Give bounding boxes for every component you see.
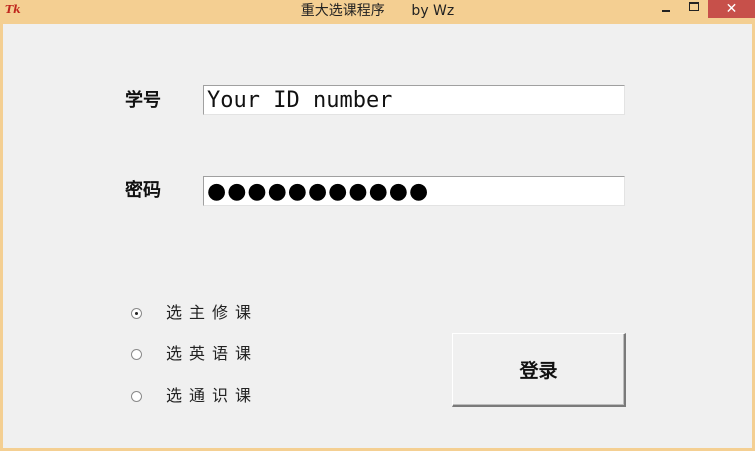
login-button-label: 登录: [519, 360, 558, 382]
close-button[interactable]: ✕: [708, 0, 755, 18]
radio-button-english[interactable]: [131, 348, 142, 360]
password-input[interactable]: ●●●●●●●●●●●: [203, 176, 625, 206]
student-id-input[interactable]: Your ID number: [203, 85, 625, 115]
minimize-icon: [662, 10, 670, 12]
close-icon: ✕: [725, 1, 738, 17]
student-id-label: 学号: [125, 90, 161, 111]
password-label: 密码: [125, 180, 161, 201]
radio-option-major[interactable]: 选主修课: [131, 303, 258, 323]
login-button[interactable]: 登录: [452, 333, 626, 407]
minimize-button[interactable]: [652, 0, 680, 18]
password-mask: ●●●●●●●●●●●: [207, 179, 430, 204]
maximize-icon: [689, 1, 699, 11]
radio-button-general[interactable]: [131, 390, 142, 402]
radio-label-major: 选主修课: [166, 303, 259, 322]
radio-label-general: 选通识课: [166, 386, 259, 405]
title-bar[interactable]: Tk 重大选课程序 by Wz ✕: [0, 0, 755, 24]
radio-option-english[interactable]: 选英语课: [131, 344, 258, 364]
maximize-button[interactable]: [681, 0, 707, 18]
window-title: 重大选课程序 by Wz: [300, 3, 455, 19]
main-panel: 学号 Your ID number 密码 ●●●●●●●●●●● 选主修课 选英…: [3, 24, 752, 448]
radio-button-major[interactable]: [131, 307, 142, 319]
radio-label-english: 选英语课: [166, 344, 259, 363]
radio-option-general[interactable]: 选通识课: [131, 386, 258, 406]
student-id-value: Your ID number: [207, 88, 393, 113]
app-window: Tk 重大选课程序 by Wz ✕ 学号 Your ID number 密码 ●…: [0, 0, 755, 451]
